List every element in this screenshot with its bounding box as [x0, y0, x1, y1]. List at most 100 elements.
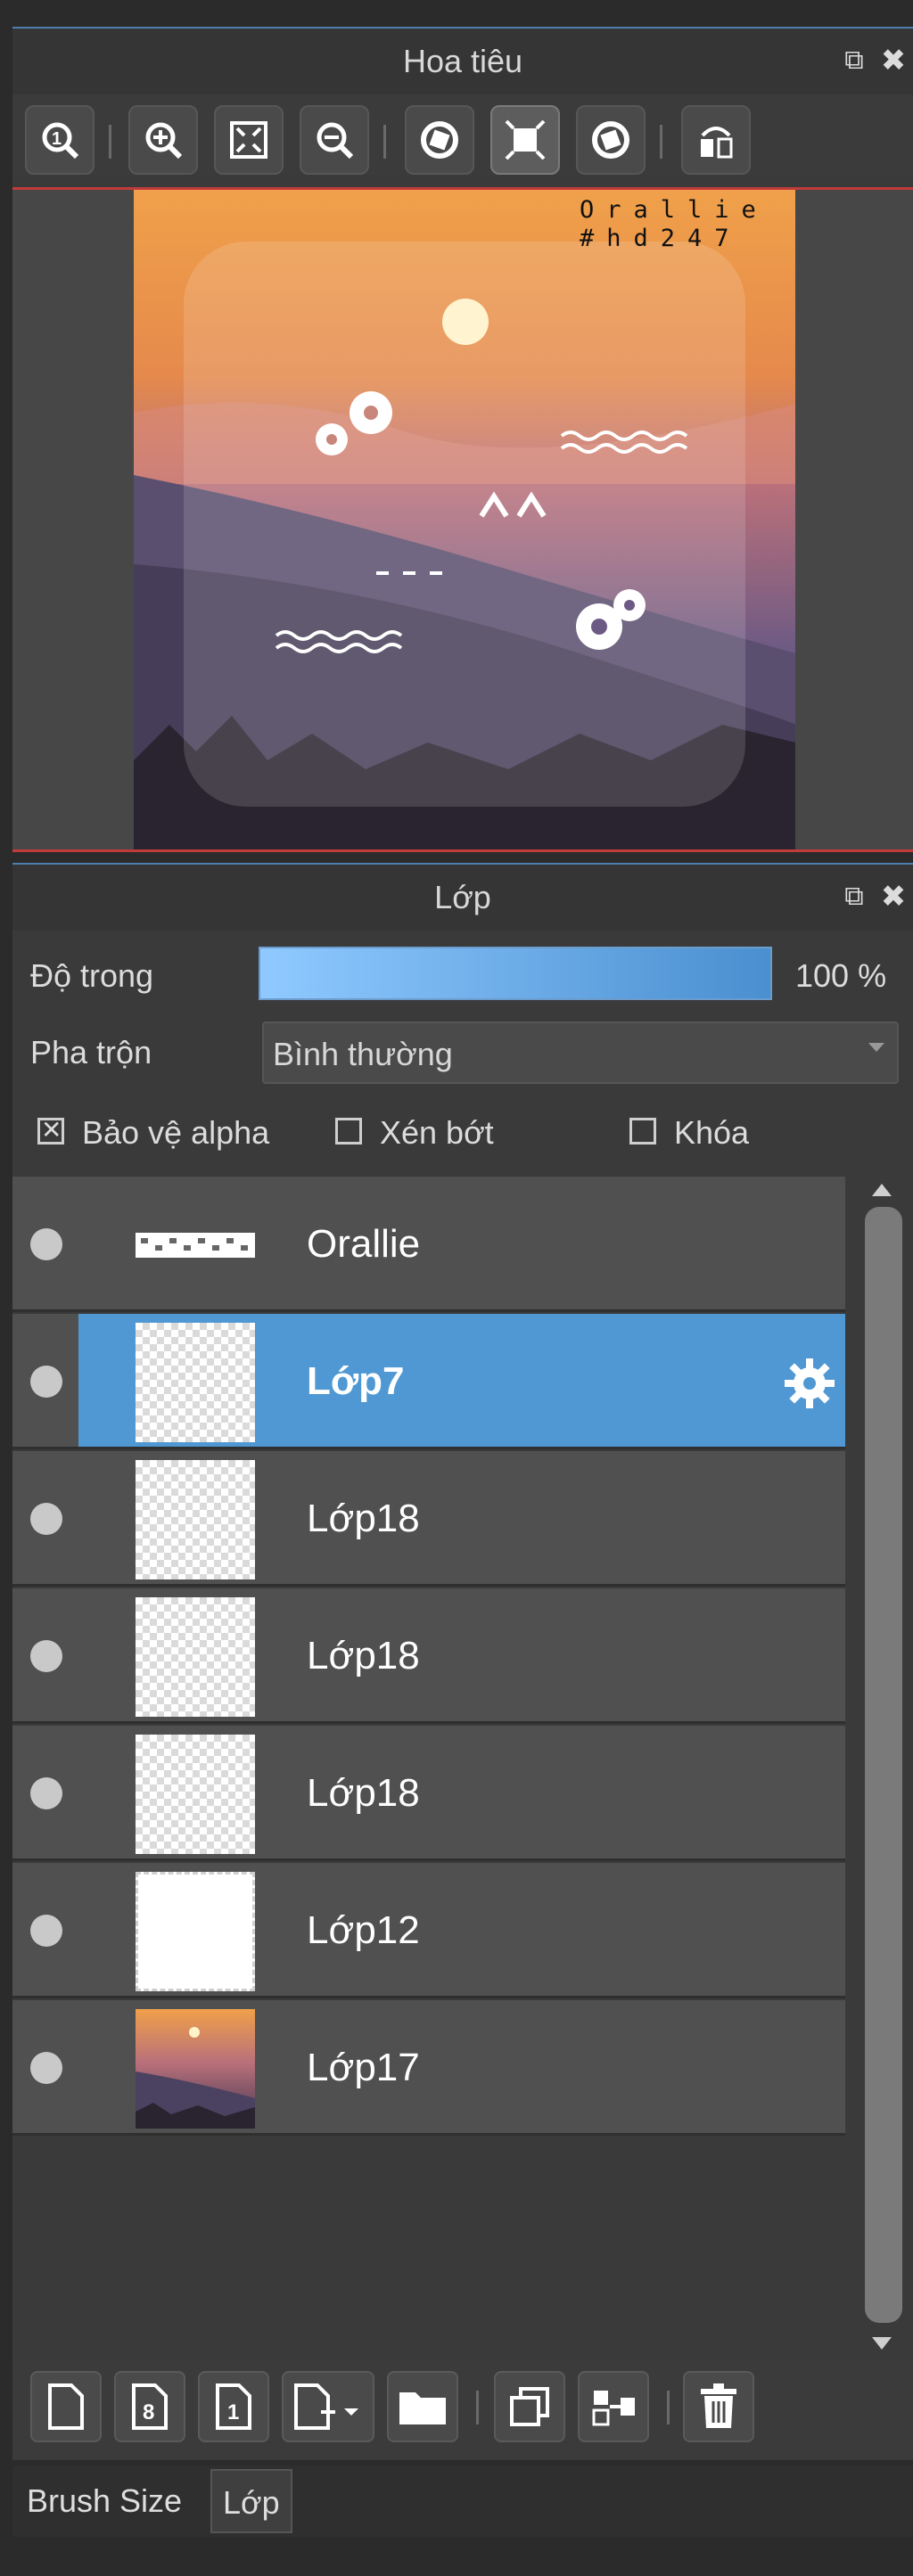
new-1bit-layer-button[interactable]: 1	[198, 2371, 269, 2442]
layer-row-lop18-c[interactable]: Lớp18	[12, 1726, 845, 1861]
chevron-down-icon	[868, 1043, 884, 1052]
visibility-toggle[interactable]	[12, 1177, 78, 1309]
layer-row-lop17[interactable]: Lớp17	[12, 2000, 845, 2136]
visibility-dot-icon	[30, 1777, 62, 1809]
protect-alpha-label: Bảo vệ alpha	[82, 1114, 270, 1151]
toolbar-separator	[667, 2391, 670, 2424]
layer-row-lop12[interactable]: Lớp12	[12, 1863, 845, 1998]
tab-brush-size[interactable]: Brush Size	[20, 2469, 190, 2533]
svg-text:1: 1	[227, 2400, 239, 2424]
gear-icon[interactable]	[781, 1355, 838, 1412]
delete-layer-button[interactable]	[683, 2371, 754, 2442]
fit-icon	[230, 121, 267, 159]
visibility-toggle[interactable]	[12, 1451, 78, 1584]
clip-checkbox[interactable]	[335, 1118, 362, 1144]
visibility-dot-icon	[30, 1503, 62, 1535]
layer-thumbnail	[136, 1872, 255, 1991]
visibility-toggle[interactable]	[12, 1726, 78, 1858]
text-layer-thumbnail-icon	[136, 1233, 255, 1258]
layer-name: Lớp12	[307, 1908, 420, 1952]
merge-down-button[interactable]	[578, 2371, 649, 2442]
add-layer-icon	[294, 2383, 358, 2430]
visibility-toggle[interactable]	[12, 2000, 78, 2133]
rotate-right-icon	[592, 121, 629, 159]
opacity-slider[interactable]	[259, 947, 772, 1000]
folder-icon	[399, 2392, 446, 2424]
layer-row-lop18-a[interactable]: Lớp18	[12, 1451, 845, 1587]
reset-view-icon	[505, 119, 546, 160]
flip-horizontal-button[interactable]	[681, 105, 751, 175]
sunset-thumbnail	[136, 2009, 255, 2129]
flip-icon	[701, 127, 733, 159]
layer-name: Lớp7	[307, 1359, 405, 1403]
layer-thumbnail	[136, 1323, 255, 1442]
visibility-dot-icon	[30, 2052, 62, 2084]
rotate-right-button[interactable]	[576, 105, 646, 175]
layer-row-orallie[interactable]: Orallie	[12, 1177, 845, 1312]
new-layer-button[interactable]	[30, 2371, 102, 2442]
dock-tab-bar: Brush Size Lớp	[12, 2465, 913, 2537]
new-8bit-layer-button[interactable]: 8	[114, 2371, 185, 2442]
navigator-title: Hoa tiêu	[402, 43, 523, 79]
visibility-toggle[interactable]	[12, 1314, 78, 1447]
scroll-up-icon[interactable]	[872, 1184, 892, 1196]
zoom-actual-button[interactable]: 1	[25, 105, 95, 175]
canvas-preview[interactable]: Orallie #hd247	[134, 190, 795, 849]
navigator-preview-area[interactable]: Orallie #hd247	[12, 187, 913, 852]
close-icon[interactable]: ✖	[876, 879, 911, 915]
zoom-out-icon	[317, 122, 354, 160]
tab-layers[interactable]: Lớp	[210, 2469, 292, 2533]
svg-text:8: 8	[143, 2400, 154, 2424]
layer-list-scrollbar[interactable]	[854, 1177, 913, 2357]
layer-name: Lớp18	[307, 1634, 420, 1678]
new-page-icon	[48, 2383, 84, 2430]
duplicate-icon	[510, 2387, 549, 2426]
blend-mode-value: Bình thường	[273, 1036, 453, 1072]
layer-name: Lớp17	[307, 2046, 420, 2089]
fit-to-window-button[interactable]	[214, 105, 284, 175]
rotate-left-icon	[421, 121, 458, 159]
toolbar-separator	[109, 125, 111, 159]
scroll-down-icon[interactable]	[872, 2337, 892, 2350]
add-layer-menu-button[interactable]	[282, 2371, 374, 2442]
layer-row-lop7[interactable]: Lớp7	[12, 1314, 845, 1449]
svg-text:1: 1	[52, 129, 62, 149]
layer-row-lop18-b[interactable]: Lớp18	[12, 1588, 845, 1724]
opacity-value: 100 %	[795, 957, 887, 994]
layer-thumbnail	[136, 1597, 255, 1717]
blend-label: Pha trộn	[30, 1034, 152, 1071]
layer-thumbnail	[136, 1735, 255, 1854]
8bit-layer-icon: 8	[132, 2383, 168, 2430]
reset-view-button[interactable]	[490, 105, 560, 175]
toolbar-separator	[660, 125, 662, 159]
new-folder-button[interactable]	[387, 2371, 458, 2442]
layers-titlebar: Lớp ⧉ ✖	[12, 863, 913, 931]
visibility-dot-icon	[30, 1366, 62, 1398]
layers-panel: Lớp ⧉ ✖ Độ trong 100 % Pha trộn Bình thư…	[12, 863, 913, 2460]
visibility-toggle[interactable]	[12, 1863, 78, 1996]
close-icon[interactable]: ✖	[876, 43, 911, 78]
float-icon[interactable]: ⧉	[836, 879, 872, 915]
toolbar-separator	[476, 2391, 479, 2424]
zoom-in-button[interactable]	[128, 105, 198, 175]
layer-thumbnail	[136, 2009, 255, 2129]
blend-mode-select[interactable]: Bình thường	[262, 1021, 899, 1084]
lock-checkbox[interactable]	[629, 1118, 656, 1144]
1bit-layer-icon: 1	[216, 2383, 251, 2430]
navigator-panel: Hoa tiêu ⧉ ✖ 1 Orallie #hd247	[12, 27, 913, 852]
rotate-left-button[interactable]	[405, 105, 474, 175]
layer-list[interactable]: Orallie Lớp7 Lớp18 Lớp18 Lớp18 Lớp12 Lớp…	[12, 1177, 851, 2357]
scroll-thumb[interactable]	[865, 1207, 902, 2323]
zoom-out-button[interactable]	[300, 105, 369, 175]
visibility-toggle[interactable]	[12, 1588, 78, 1721]
navigator-toolbar: 1	[12, 94, 913, 175]
watermark-text-line1: Orallie	[580, 196, 769, 224]
layer-name: Lớp18	[307, 1497, 420, 1540]
duplicate-layer-button[interactable]	[494, 2371, 565, 2442]
check-x-icon: ✕	[41, 1116, 62, 1144]
layer-name: Orallie	[307, 1222, 421, 1266]
clip-label: Xén bớt	[380, 1114, 494, 1151]
protect-alpha-checkbox[interactable]: ✕	[37, 1116, 64, 1144]
layers-title: Lớp	[434, 879, 491, 915]
float-icon[interactable]: ⧉	[836, 43, 872, 78]
